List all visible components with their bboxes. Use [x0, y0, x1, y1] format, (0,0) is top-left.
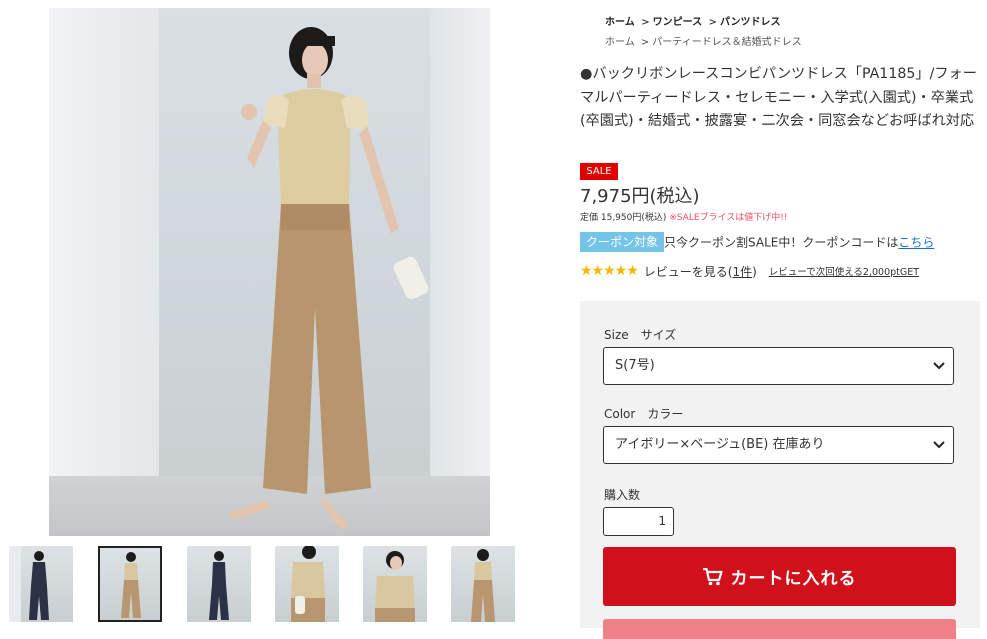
breadcrumb-primary: ホーム > ワンピース > パンツドレス	[605, 13, 802, 33]
secondary-button[interactable]	[603, 619, 956, 639]
rating-stars-icon: ★★★★★	[580, 263, 639, 279]
breadcrumb-party-dress[interactable]: パーティードレス＆結婚式ドレス	[652, 37, 801, 48]
thumbnail-strip	[9, 546, 529, 624]
size-select[interactable]: S(7号)	[603, 347, 954, 385]
breadcrumb: ホーム > ワンピース > パンツドレス ホーム > パーティードレス＆結婚式ドレス	[605, 13, 802, 53]
coupon-text: 只今クーポン割SALE中！クーポンコードは	[664, 235, 899, 250]
chevron-down-icon	[933, 348, 945, 398]
thumbnail-1[interactable]	[9, 546, 73, 622]
review-label: レビューを見る(	[643, 264, 733, 279]
main-product-image[interactable]	[49, 8, 490, 536]
thumbnail-2-image	[121, 552, 141, 618]
breadcrumb-home[interactable]: ホーム	[605, 17, 635, 28]
quantity-label: 購入数	[604, 488, 641, 502]
thumbnail-6-image	[471, 549, 495, 622]
review-label-end: )	[752, 264, 757, 279]
size-value: S(7号)	[615, 358, 655, 373]
sale-badge: SALE	[580, 163, 618, 180]
thumbnail-6[interactable]	[451, 546, 515, 622]
review-row: ★★★★★ レビューを見る(1件) レビューで次回使える2,000ptGET	[580, 263, 919, 279]
breadcrumb-onepiece[interactable]: ワンピース	[653, 17, 703, 28]
quantity-input[interactable]: 1	[603, 507, 674, 536]
review-count: 1件	[732, 264, 753, 279]
add-to-cart-button[interactable]: カートに入れる	[603, 547, 956, 606]
original-price: 定価 15,950円(税込)	[580, 213, 667, 223]
breadcrumb-separator: >	[641, 17, 650, 28]
review-promo-link[interactable]: レビューで次回使える2,000ptGET	[769, 264, 919, 278]
coupon-tag: クーポン対象	[580, 232, 665, 252]
breadcrumb-home-2[interactable]: ホーム	[605, 37, 635, 48]
thumbnail-3[interactable]	[187, 546, 251, 622]
add-to-cart-label: カートに入れる	[730, 569, 857, 589]
color-value: アイボリー×ベージュ(BE) 在庫あり	[615, 437, 825, 452]
thumbnail-5-image	[375, 551, 415, 622]
original-price-line: 定価 15,950円(税込) ※SALEプライスは値下げ中!!	[580, 210, 787, 223]
cart-icon	[702, 567, 723, 585]
chevron-down-icon	[933, 427, 945, 477]
breadcrumb-separator: >	[640, 37, 650, 48]
review-link[interactable]: レビューを見る(1件)	[644, 263, 757, 280]
thumbnail-4[interactable]	[275, 546, 339, 622]
breadcrumb-secondary: ホーム > パーティードレス＆結婚式ドレス	[605, 33, 802, 53]
coupon-row: クーポン対象 只今クーポン割SALE中！クーポンコードはこちら	[580, 232, 934, 252]
purchase-box: Size サイズ S(7号) Color カラー アイボリー×ベージュ(BE) …	[580, 301, 980, 639]
size-label: Size サイズ	[604, 328, 677, 342]
coupon-link[interactable]: こちら	[898, 236, 934, 250]
thumbnail-1-image	[9, 546, 49, 622]
breadcrumb-separator: >	[708, 17, 717, 28]
color-label: Color カラー	[604, 407, 684, 421]
product-title: ●バックリボンレースコンビパンツドレス「PA1185」/フォーマルパーティードレ…	[580, 66, 977, 129]
thumbnail-5[interactable]	[363, 546, 427, 622]
model-figure	[227, 27, 429, 530]
sale-price: 7,975円(税込)	[580, 186, 700, 207]
thumbnail-4-image	[291, 546, 325, 622]
thumbnail-2[interactable]	[98, 546, 162, 622]
color-select[interactable]: アイボリー×ベージュ(BE) 在庫あり	[603, 426, 954, 464]
breadcrumb-pants-dress[interactable]: パンツドレス	[720, 17, 781, 28]
thumbnail-3-image	[209, 551, 229, 620]
sale-price-note: ※SALEプライスは値下げ中!!	[669, 213, 788, 223]
